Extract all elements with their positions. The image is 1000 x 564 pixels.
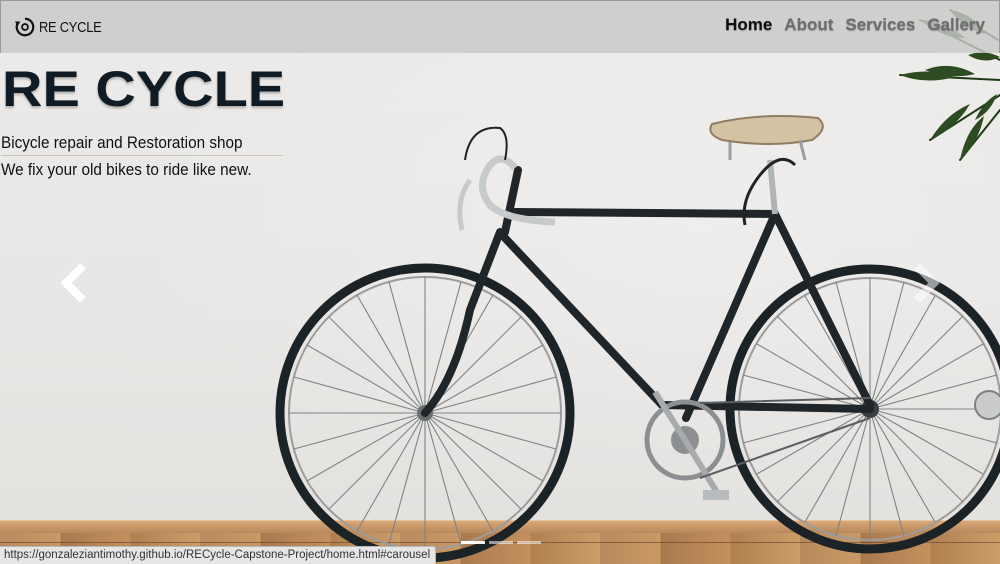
carousel-prev-button[interactable] <box>56 260 96 306</box>
nav-item-gallery[interactable]: Gallery <box>927 15 985 35</box>
nav-item-home[interactable]: Home <box>725 15 772 35</box>
carousel-indicator-2[interactable] <box>489 541 513 544</box>
hero-subtitle: Bicycle repair and Restoration shop <box>1 133 243 152</box>
nav-item-about[interactable]: About <box>784 15 833 35</box>
nav-item-services[interactable]: Services <box>845 15 915 35</box>
recycle-logo-icon <box>14 17 35 37</box>
navbar: RE CYCLE Home About Services Gallery <box>0 0 1000 53</box>
chevron-left-icon <box>60 263 86 303</box>
hero-tagline: We fix your old bikes to ride like new. <box>1 160 252 179</box>
carousel-indicator-3[interactable] <box>517 541 541 544</box>
brand-logo-link[interactable]: RE CYCLE <box>14 16 112 38</box>
brand-name: RE CYCLE <box>39 18 102 36</box>
carousel-indicator-1[interactable] <box>461 541 485 544</box>
hero-divider <box>1 155 283 156</box>
nav-links: Home About Services Gallery <box>725 15 985 35</box>
carousel-indicators <box>461 541 541 544</box>
hero-title: RE CYCLE <box>2 61 286 117</box>
chevron-right-icon <box>914 263 940 303</box>
carousel-next-button[interactable] <box>904 260 944 306</box>
status-bar-url: https://gonzaleziantimothy.github.io/REC… <box>0 546 437 564</box>
